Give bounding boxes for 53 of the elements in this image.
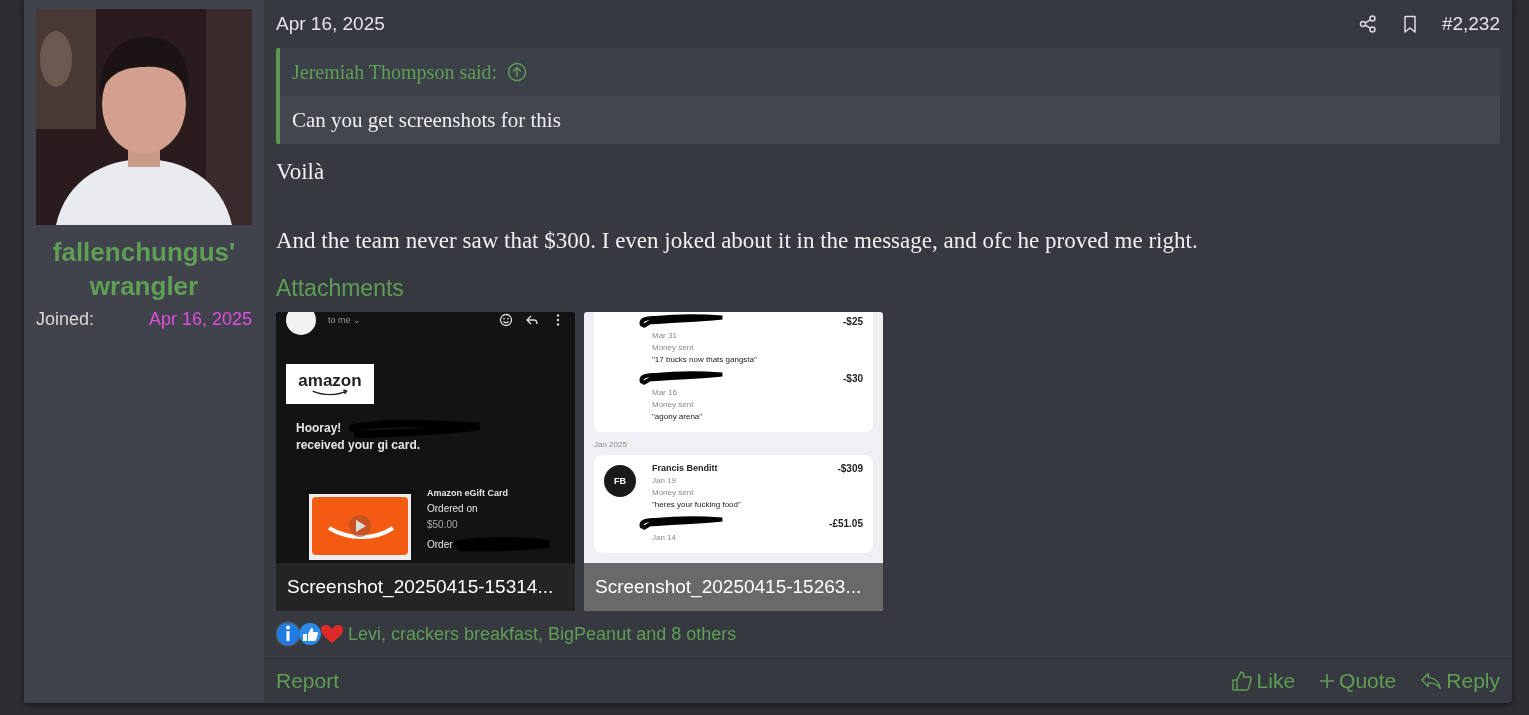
order-label: Order: [427, 538, 453, 550]
quote-author[interactable]: Jeremiah Thompson said:: [292, 60, 498, 84]
plus-icon: [1319, 673, 1336, 689]
username[interactable]: fallenchungus' wrangler: [36, 235, 252, 303]
joined-date: Apr 16, 2025: [148, 309, 252, 330]
thumbs-up-icon: [1230, 670, 1253, 692]
transaction-date: Mar 31: [652, 331, 678, 340]
amount-text: -£51.05: [829, 517, 863, 529]
transaction-note: "agony arena": [652, 412, 704, 421]
reply-icon: [1420, 670, 1443, 692]
price-text: $50.00: [427, 519, 459, 530]
reply-button[interactable]: Reply: [1420, 669, 1500, 693]
post-text: Voilà: [276, 158, 326, 186]
attachment-thumbnail[interactable]: to me ⌄ amazon Hooray! received your gi card. Amazon eGift Card Ordered on $50.00 Order Screenshot_20250415-15314...: [276, 312, 575, 611]
order-date-label: Ordered on: [427, 503, 479, 514]
transaction-note: "heres your fucking food": [652, 500, 742, 509]
attachments-heading: Attachments: [276, 275, 405, 302]
post-number[interactable]: #2,232: [1441, 13, 1500, 35]
amount-text: -$309: [837, 462, 863, 474]
share-icon[interactable]: [1357, 14, 1378, 34]
logo: amazon: [286, 364, 374, 404]
transaction-date: Jan 19: [652, 476, 678, 485]
gift-card-icon: [309, 494, 411, 560]
sender-avatar: [286, 312, 316, 335]
report-link[interactable]: Report: [276, 669, 340, 693]
quote-button[interactable]: Quote: [1319, 669, 1397, 693]
recipient-text: to me ⌄: [328, 315, 362, 325]
transaction-status: Money sent: [652, 400, 695, 409]
greeting-text: Hooray!: [296, 421, 342, 435]
joined-label: Joined:: [36, 309, 95, 330]
month-label: Jan 2025: [594, 440, 628, 449]
reply-icon: [525, 313, 539, 327]
reaction-summary-link[interactable]: Levi, crackers breakfast, BigPeanut and 8 others: [348, 623, 737, 645]
product-name: Amazon eGift Card: [427, 488, 509, 498]
transaction-date: Mar 16: [652, 388, 678, 397]
initials-avatar: FB: [604, 465, 636, 497]
amount-text: -$25: [843, 315, 863, 327]
quote-text: Can you get screenshots for this: [291, 107, 562, 134]
payee-name: Francis Benditt: [652, 463, 719, 473]
like-button[interactable]: Like: [1230, 669, 1296, 693]
transaction-status: Money sent: [652, 343, 695, 352]
transaction-date: Jan 14: [652, 533, 678, 542]
reaction-icons[interactable]: [276, 621, 344, 647]
file-name: Screenshot_20250415-15263...: [584, 563, 883, 611]
post-text: And the team never saw that $300. I even joked about it in the message, and ofc he proved me right.: [276, 227, 1199, 255]
attachment-thumbnail[interactable]: [584, 312, 883, 611]
transaction-status: Money sent: [652, 488, 695, 497]
transaction-note: "17 bucks now thats gangsta": [652, 355, 758, 364]
file-name: Screenshot_20250415-15314...: [276, 563, 575, 611]
amount-text: -$30: [843, 372, 863, 384]
post-date[interactable]: Apr 16, 2025: [276, 13, 385, 35]
message-text: received your gi card.: [296, 438, 422, 452]
emoji-icon: [499, 313, 513, 327]
